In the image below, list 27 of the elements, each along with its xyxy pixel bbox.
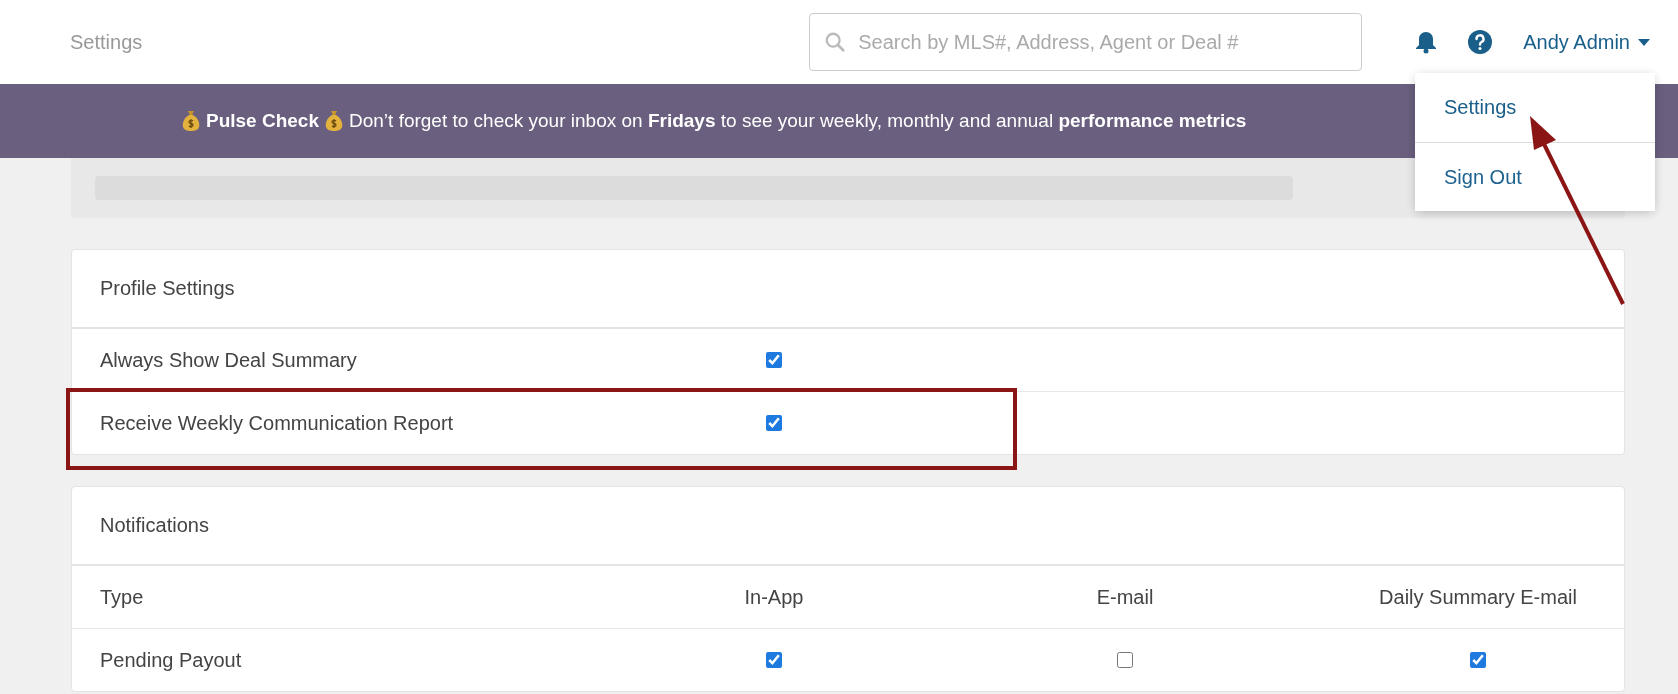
notification-checkbox[interactable] — [1117, 652, 1133, 668]
notification-checkbox[interactable] — [766, 652, 782, 668]
search-icon — [824, 31, 847, 53]
setting-checkbox[interactable] — [766, 352, 782, 368]
setting-checkbox[interactable] — [766, 415, 782, 431]
banner-message: Don’t forget to check your inbox on Fridays to see your weekly, monthly and annual performance metrics — [349, 110, 1247, 132]
column-header: E-mail — [1096, 585, 1154, 609]
user-menu-button[interactable]: Andy Admin — [1523, 30, 1650, 54]
card-title: Notifications — [100, 514, 209, 537]
menu-item[interactable]: Settings — [1415, 73, 1655, 142]
setting-label: Always Show Deal Summary — [100, 348, 357, 372]
banner-title: Pulse Check — [206, 110, 319, 132]
help-icon[interactable] — [1467, 29, 1494, 55]
column-header: In-App — [744, 585, 804, 609]
card-title: Profile Settings — [100, 277, 235, 300]
money-bag-icon — [325, 110, 343, 132]
column-header: Daily Summary E-mail — [1379, 585, 1577, 609]
notification-checkbox[interactable] — [1470, 652, 1486, 668]
money-bag-icon — [182, 110, 200, 132]
notification-type: Pending Payout — [100, 648, 242, 672]
notifications-bell-icon[interactable] — [1415, 30, 1438, 54]
menu-item[interactable]: Sign Out — [1415, 142, 1655, 211]
caret-icon — [1638, 38, 1650, 46]
search-field[interactable]: Search by MLS#, Address, Agent or Deal # — [809, 13, 1363, 71]
column-header: Type — [100, 585, 144, 609]
setting-label: Receive Weekly Communication Report — [100, 411, 454, 435]
page-title: Settings — [70, 30, 143, 54]
